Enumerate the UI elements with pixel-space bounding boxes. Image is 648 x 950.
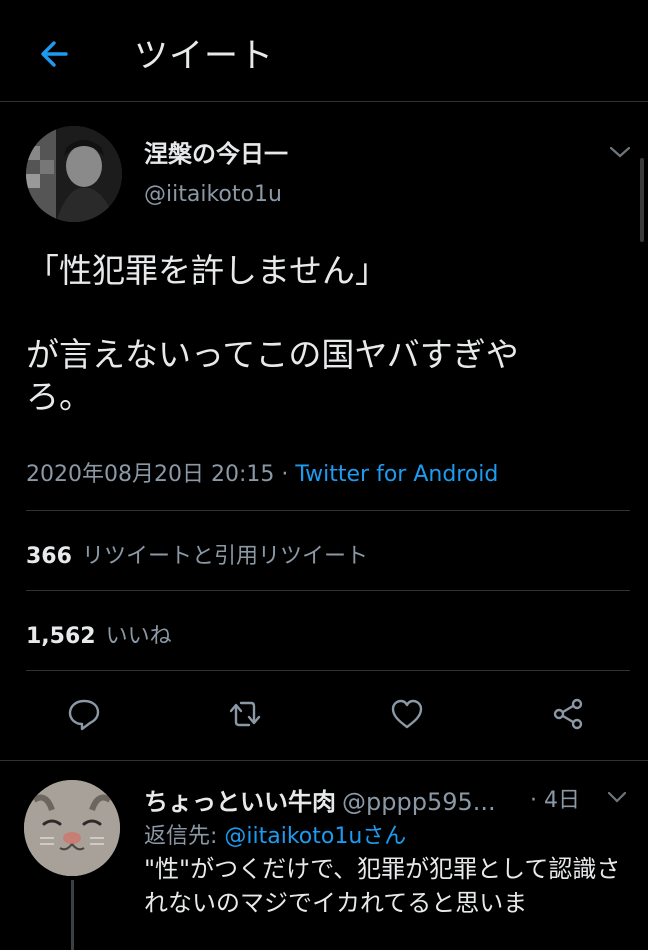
- like-icon[interactable]: [389, 696, 425, 732]
- reply-text: "性"がつくだけで、犯罪が犯罪として認識されないのマジでイカれてると思いま: [144, 855, 621, 917]
- tweet-text: 「性犯罪を許しません」 が言えないってこの国ヤバすぎや ろ。: [26, 251, 519, 416]
- retweets-stat[interactable]: 366 リツイートと引用リツイート: [26, 538, 368, 570]
- reply-icon[interactable]: [66, 696, 102, 732]
- tweet-timestamp: 2020年08月20日 20:15 · Twitter for Android: [26, 456, 498, 488]
- divider: [26, 670, 630, 671]
- reply-author-name[interactable]: ちょっといい牛肉: [144, 788, 336, 816]
- replying-to-mention[interactable]: @iitaikoto1uさん: [224, 824, 406, 849]
- divider: [26, 590, 630, 591]
- thread-line: [71, 880, 74, 950]
- reply-header: ちょっといい牛肉 @pppp595...: [144, 782, 496, 817]
- tweet-source-link[interactable]: Twitter for Android: [295, 462, 498, 487]
- likes-stat[interactable]: 1,562 いいね: [26, 618, 172, 650]
- chevron-down-icon[interactable]: [606, 140, 634, 164]
- share-icon[interactable]: [551, 696, 587, 732]
- arrow-left-icon[interactable]: [36, 36, 72, 72]
- retweets-label: リツイートと引用リツイート: [81, 544, 368, 569]
- chevron-down-icon[interactable]: [604, 786, 630, 808]
- author-avatar[interactable]: [26, 126, 122, 222]
- divider: [26, 510, 630, 511]
- reply-author-handle[interactable]: @pppp595...: [342, 788, 496, 816]
- divider: [0, 760, 648, 761]
- likes-count: 1,562: [26, 624, 96, 649]
- reply-avatar[interactable]: [24, 780, 120, 876]
- replying-to: 返信先: @iitaikoto1uさん: [144, 818, 406, 850]
- page-title: ツイート: [134, 36, 274, 76]
- retweet-icon[interactable]: [227, 696, 263, 732]
- author-handle[interactable]: @iitaikoto1u: [144, 182, 282, 207]
- author-name[interactable]: 涅槃の今日一: [144, 134, 288, 169]
- top-bar: ツイート: [0, 0, 648, 102]
- meta-separator: ·: [274, 462, 296, 487]
- likes-label: いいね: [105, 624, 172, 649]
- scrollbar-thumb[interactable]: [640, 158, 644, 242]
- tweet-date[interactable]: 2020年08月20日 20:15: [26, 462, 274, 487]
- retweets-count: 366: [26, 544, 72, 569]
- reply-timestamp[interactable]: · 4日: [530, 782, 580, 814]
- replying-to-label: 返信先:: [144, 824, 225, 849]
